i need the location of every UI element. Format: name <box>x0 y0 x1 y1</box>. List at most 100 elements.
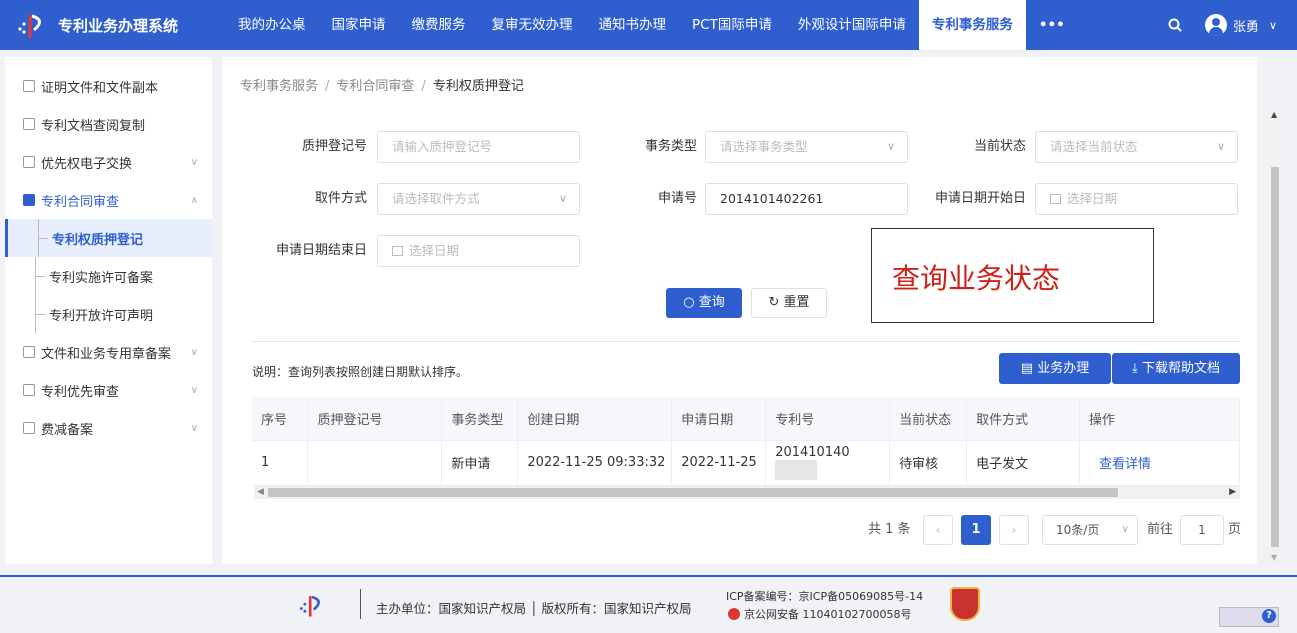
breadcrumb-current: 专利权质押登记 <box>432 79 524 94</box>
cnipa-logo-icon <box>18 14 41 38</box>
main-panel: 专利事务服务 / 专利合同审查 / 专利权质押登记 质押登记号 请输入质押登记号 事务类… <box>222 57 1257 564</box>
nav-item-notification[interactable]: 通知书办理 <box>586 0 680 50</box>
sidebar-item-certificates[interactable]: 证明文件和文件副本 <box>5 67 212 105</box>
goto-page-input[interactable]: 1 <box>1180 515 1224 545</box>
sidebar-item-archive-copy[interactable]: 专利文档查阅复制 <box>5 105 212 143</box>
pledge-no-input[interactable]: 请输入质押登记号 <box>377 131 580 163</box>
fetch-select[interactable]: 请选择取件方式 ∨ <box>377 183 580 215</box>
chevron-down-icon: ∨ <box>1121 524 1129 535</box>
chevron-left-icon: ‹ <box>935 523 941 537</box>
divider <box>252 341 1240 342</box>
query-button[interactable]: ○ 查询 <box>666 288 742 318</box>
breadcrumb: 专利事务服务 / 专利合同审查 / 专利权质押登记 <box>240 75 524 94</box>
sidebar-item-open-license[interactable]: 专利开放许可声明 <box>5 295 212 333</box>
column-header: 事务类型 <box>441 397 519 441</box>
nav-item-national-application[interactable]: 国家申请 <box>319 0 399 50</box>
sidebar-item-label: 专利文档查阅复制 <box>41 118 146 134</box>
status-select[interactable]: 请选择当前状态 ∨ <box>1035 131 1238 163</box>
page-size-select[interactable]: 10条/页 ∨ <box>1042 515 1138 545</box>
app-logo[interactable]: 专利业务办理系统 <box>0 10 225 40</box>
sidebar-item-contract-review[interactable]: 专利合同审查 ∧ <box>5 181 212 219</box>
document-icon: ▤ <box>1020 361 1034 376</box>
refresh-icon: ↻ <box>768 295 780 310</box>
pagination-total: 共 1 条 <box>868 522 911 537</box>
chevron-down-icon: ∨ <box>190 156 198 168</box>
reset-button[interactable]: ↻ 重置 <box>751 288 827 318</box>
page-number-current[interactable]: 1 <box>961 515 991 545</box>
fetch-label: 取件方式 <box>314 191 367 206</box>
column-header: 质押登记号 <box>307 397 443 441</box>
view-details-link[interactable]: 查看详情 <box>1079 440 1240 486</box>
footer-police-record[interactable]: 京公网安备 11040102700058号 <box>728 606 911 622</box>
government-badge-icon[interactable] <box>950 587 980 621</box>
handle-business-button[interactable]: ▤ 业务办理 <box>999 353 1111 384</box>
scroll-right-icon[interactable]: ▶ <box>1229 486 1236 499</box>
sidebar-item-label: 优先权电子交换 <box>41 156 133 172</box>
end-date-picker[interactable]: 选择日期 <box>377 235 580 267</box>
cell-status: 待审核 <box>889 440 968 486</box>
cell-fetch: 电子发文 <box>966 440 1081 486</box>
priority-icon <box>23 384 35 396</box>
scroll-up-icon[interactable]: ▲ <box>1271 110 1277 119</box>
sidebar-item-fee-reduction[interactable]: 费减备案 ∨ <box>5 409 212 447</box>
nav-item-fee-service[interactable]: 缴费服务 <box>399 0 479 50</box>
chevron-right-icon: › <box>1011 523 1017 537</box>
column-header: 操作 <box>1079 397 1240 441</box>
chevron-up-icon: ∧ <box>190 194 198 206</box>
sidebar-item-label: 证明文件和文件副本 <box>41 80 159 96</box>
pledge-no-label: 质押登记号 <box>301 139 367 154</box>
download-help-button[interactable]: ⤓ 下载帮助文档 <box>1112 353 1240 384</box>
vertical-scrollbar[interactable]: ▲ ▼ <box>1268 107 1282 565</box>
calendar-icon <box>1050 194 1061 204</box>
sidebar-item-label: 专利合同审查 <box>41 194 120 210</box>
app-no-label: 申请号 <box>657 191 697 206</box>
sidebar-item-priority-exchange[interactable]: 优先权电子交换 ∨ <box>5 143 212 181</box>
horizontal-scrollbar[interactable]: ◀ ▶ <box>254 486 1240 499</box>
help-icon[interactable]: ? <box>1262 609 1276 623</box>
goto-label: 前往 <box>1147 522 1174 537</box>
footer-icp[interactable]: ICP备案编号：京ICP备05069085号-14 <box>726 588 923 604</box>
copy-icon <box>23 118 35 130</box>
status-label: 当前状态 <box>973 139 1026 154</box>
footer-divider <box>360 589 361 619</box>
next-page-button[interactable]: › <box>999 515 1029 545</box>
top-nav: 专利业务办理系统 我的办公桌 国家申请 缴费服务 复审无效办理 通知书办理 PC… <box>0 0 1297 50</box>
scrollbar-thumb[interactable] <box>268 488 1118 497</box>
biz-type-select[interactable]: 请选择事务类型 ∨ <box>705 131 908 163</box>
cell-pledge-no <box>307 440 443 486</box>
user-menu[interactable]: 张勇 ∨ <box>1197 14 1297 36</box>
end-date-placeholder: 选择日期 <box>409 243 460 258</box>
start-date-picker[interactable]: 选择日期 <box>1035 183 1238 215</box>
nav-item-design-intl[interactable]: 外观设计国际申请 <box>785 0 919 50</box>
column-header: 创建日期 <box>517 397 673 441</box>
app-no-input[interactable]: 2014101402261 <box>705 183 908 215</box>
start-date-label: 申请日期开始日 <box>934 191 1026 206</box>
breadcrumb-item[interactable]: 专利合同审查 <box>336 79 414 94</box>
footer: 主办单位：国家知识产权局 │ 版权所有：国家知识产权局 ICP备案编号：京ICP… <box>0 575 1297 633</box>
nav-more-button[interactable]: ••• <box>1026 0 1070 50</box>
nav-item-patent-affairs[interactable]: 专利事务服务 <box>918 0 1026 50</box>
scroll-down-icon[interactable]: ▼ <box>1271 553 1277 562</box>
cell-index: 1 <box>252 440 309 486</box>
breadcrumb-item[interactable]: 专利事务服务 <box>240 79 318 94</box>
sidebar-item-license-filing[interactable]: 专利实施许可备案 <box>5 257 212 295</box>
sidebar-item-pledge-registration[interactable]: 专利权质押登记 <box>5 219 212 257</box>
nav-item-pct[interactable]: PCT国际申请 <box>679 0 785 50</box>
scroll-left-icon[interactable]: ◀ <box>257 486 264 499</box>
search-button[interactable] <box>1153 0 1197 50</box>
nav-item-desk[interactable]: 我的办公桌 <box>225 0 319 50</box>
sidebar-item-label: 文件和业务专用章备案 <box>41 346 172 362</box>
patent-no-text: 201410140 <box>775 445 850 460</box>
nav-item-reexamination[interactable]: 复审无效办理 <box>479 0 586 50</box>
document-icon <box>23 80 35 92</box>
sidebar-item-priority-examination[interactable]: 专利优先审查 ∨ <box>5 371 212 409</box>
contract-icon <box>23 194 35 206</box>
sidebar-item-seal-filing[interactable]: 文件和业务专用章备案 ∨ <box>5 333 212 371</box>
cnipa-logo-icon <box>299 595 320 617</box>
search-icon: ○ <box>683 295 695 310</box>
download-help-label: 下载帮助文档 <box>1141 361 1220 376</box>
scrollbar-thumb[interactable] <box>1271 167 1279 547</box>
cell-created: 2022-11-25 09:33:32 <box>517 440 673 486</box>
cell-applied: 2022-11-25 <box>671 440 767 486</box>
prev-page-button[interactable]: ‹ <box>923 515 953 545</box>
